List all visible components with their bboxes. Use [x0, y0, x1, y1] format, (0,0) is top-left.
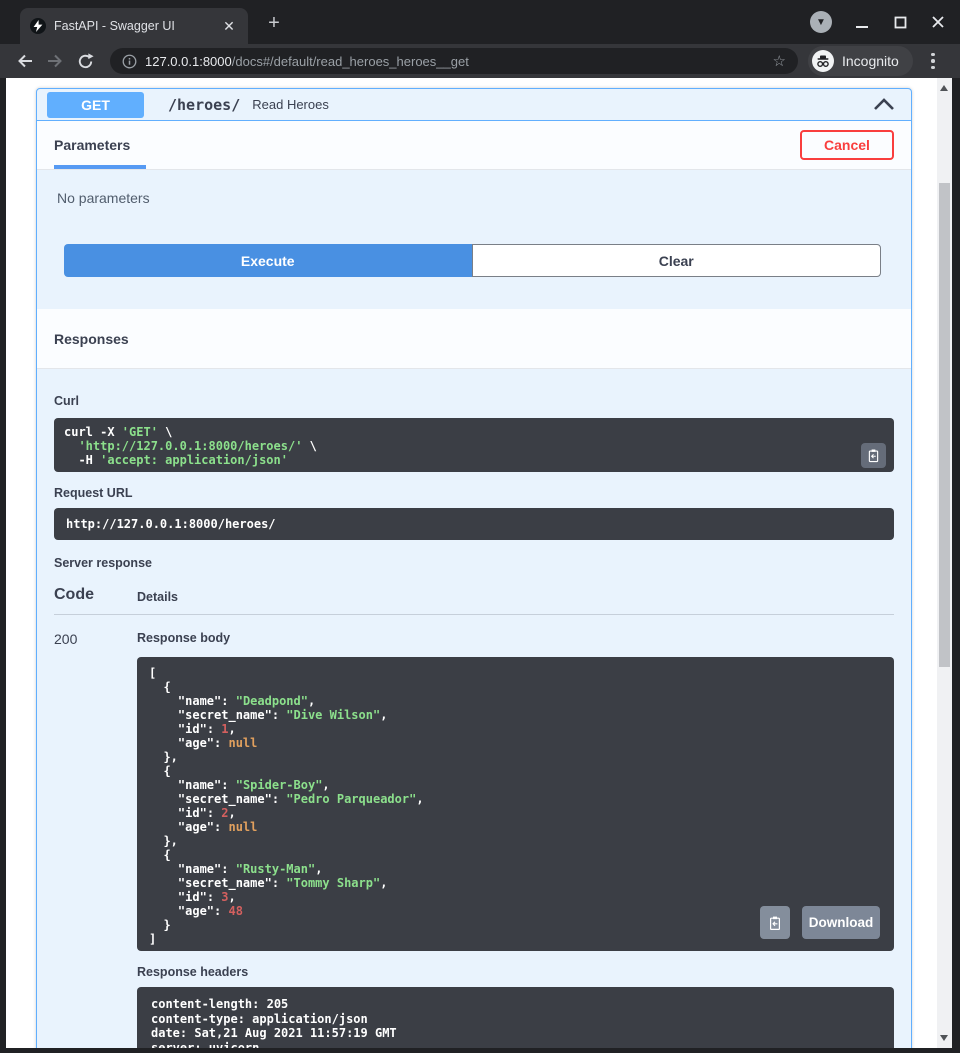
request-url-label: Request URL	[54, 486, 894, 500]
execute-button[interactable]: Execute	[64, 244, 472, 277]
tab-search-caret-icon[interactable]: ▼	[810, 11, 832, 33]
url-bar[interactable]: 127.0.0.1:8000/docs#/default/read_heroes…	[110, 48, 798, 74]
clear-button[interactable]: Clear	[472, 244, 882, 277]
copy-icon[interactable]	[760, 906, 790, 939]
curl-block: curl -X 'GET' \ 'http://127.0.0.1:8000/h…	[54, 418, 894, 472]
server-response-label: Server response	[54, 556, 894, 570]
no-parameters-text: No parameters	[57, 190, 891, 206]
back-icon[interactable]	[10, 47, 40, 75]
download-button[interactable]: Download	[802, 906, 880, 939]
incognito-badge: Incognito	[808, 46, 913, 76]
request-url-block: http://127.0.0.1:8000/heroes/	[54, 508, 894, 540]
parameters-tab-row: Parameters Cancel	[37, 121, 911, 170]
responses-title: Responses	[54, 331, 129, 347]
url-text[interactable]: 127.0.0.1:8000/docs#/default/read_heroes…	[145, 54, 765, 69]
active-tab-underline	[54, 165, 146, 169]
window-close-icon[interactable]	[930, 14, 946, 30]
maximize-icon[interactable]	[892, 14, 908, 30]
vertical-scrollbar[interactable]	[937, 78, 952, 1048]
forward-icon[interactable]	[40, 47, 70, 75]
fastapi-favicon	[30, 18, 46, 34]
responses-section: Curl curl -X 'GET' \ 'http://127.0.0.1:8…	[37, 369, 911, 1048]
incognito-label: Incognito	[842, 53, 899, 69]
endpoint-path: /heroes/	[168, 96, 240, 114]
opblock-header[interactable]: GET /heroes/ Read Heroes	[37, 89, 911, 121]
response-headers-text: content-length: 205 content-type: applic…	[151, 997, 880, 1048]
copy-icon[interactable]	[861, 443, 886, 468]
details-column-header: Details	[137, 590, 178, 604]
tab-parameters[interactable]: Parameters	[54, 137, 130, 153]
parameters-section: No parameters Execute Clear	[37, 170, 911, 309]
browser-toolbar: 127.0.0.1:8000/docs#/default/read_heroes…	[0, 44, 960, 78]
window-controls: ▼	[810, 0, 960, 44]
scrollbar-thumb[interactable]	[939, 183, 950, 667]
new-tab-button[interactable]: +	[262, 12, 286, 36]
opblock-get-heroes: GET /heroes/ Read Heroes Parameters Canc…	[36, 88, 912, 1048]
curl-code: curl -X 'GET' \ 'http://127.0.0.1:8000/h…	[64, 425, 884, 467]
responses-header-row: Responses	[37, 309, 911, 369]
cancel-button[interactable]: Cancel	[800, 130, 894, 160]
tab-close-icon[interactable]: ✕	[220, 17, 238, 35]
tab-strip: FastAPI - Swagger UI ✕ + ▼	[0, 0, 960, 44]
curl-label: Curl	[54, 394, 894, 408]
status-code: 200	[54, 631, 137, 1048]
table-header: Code Details	[54, 586, 894, 615]
table-row: 200 Response body [ { "name": "Deadpond"…	[54, 615, 894, 1048]
scroll-up-icon[interactable]	[940, 85, 948, 91]
url-host: 127.0.0.1:8000	[145, 54, 232, 69]
menu-icon[interactable]	[923, 53, 943, 70]
url-path: /docs#/default/read_heroes_heroes__get	[232, 54, 469, 69]
response-body-label: Response body	[137, 631, 894, 645]
scroll-down-icon[interactable]	[940, 1035, 948, 1041]
server-response-table: Code Details 200 Response body [ { "name…	[54, 586, 894, 1048]
minimize-icon[interactable]	[854, 14, 870, 30]
incognito-icon	[812, 50, 834, 72]
request-url-value: http://127.0.0.1:8000/heroes/	[66, 517, 882, 531]
swagger-page: GET /heroes/ Read Heroes Parameters Canc…	[6, 78, 937, 1048]
response-body-block: [ { "name": "Deadpond", "secret_name": "…	[137, 657, 894, 951]
endpoint-summary: Read Heroes	[252, 97, 329, 112]
browser-tab[interactable]: FastAPI - Swagger UI ✕	[20, 8, 248, 44]
response-headers-block: content-length: 205 content-type: applic…	[137, 987, 894, 1048]
tab-title: FastAPI - Swagger UI	[54, 19, 212, 33]
response-body-actions: Download	[760, 906, 880, 939]
method-badge: GET	[47, 92, 144, 118]
info-icon[interactable]	[122, 54, 137, 69]
details-cell: Response body [ { "name": "Deadpond", "s…	[137, 631, 894, 1048]
reload-icon[interactable]	[70, 47, 100, 75]
response-headers-label: Response headers	[137, 965, 894, 979]
star-icon[interactable]: ☆	[773, 52, 786, 70]
code-column-header: Code	[54, 586, 137, 604]
execute-row: Execute Clear	[64, 244, 881, 277]
chevron-up-icon[interactable]	[873, 98, 895, 111]
response-body-json: [ { "name": "Deadpond", "secret_name": "…	[149, 666, 882, 946]
